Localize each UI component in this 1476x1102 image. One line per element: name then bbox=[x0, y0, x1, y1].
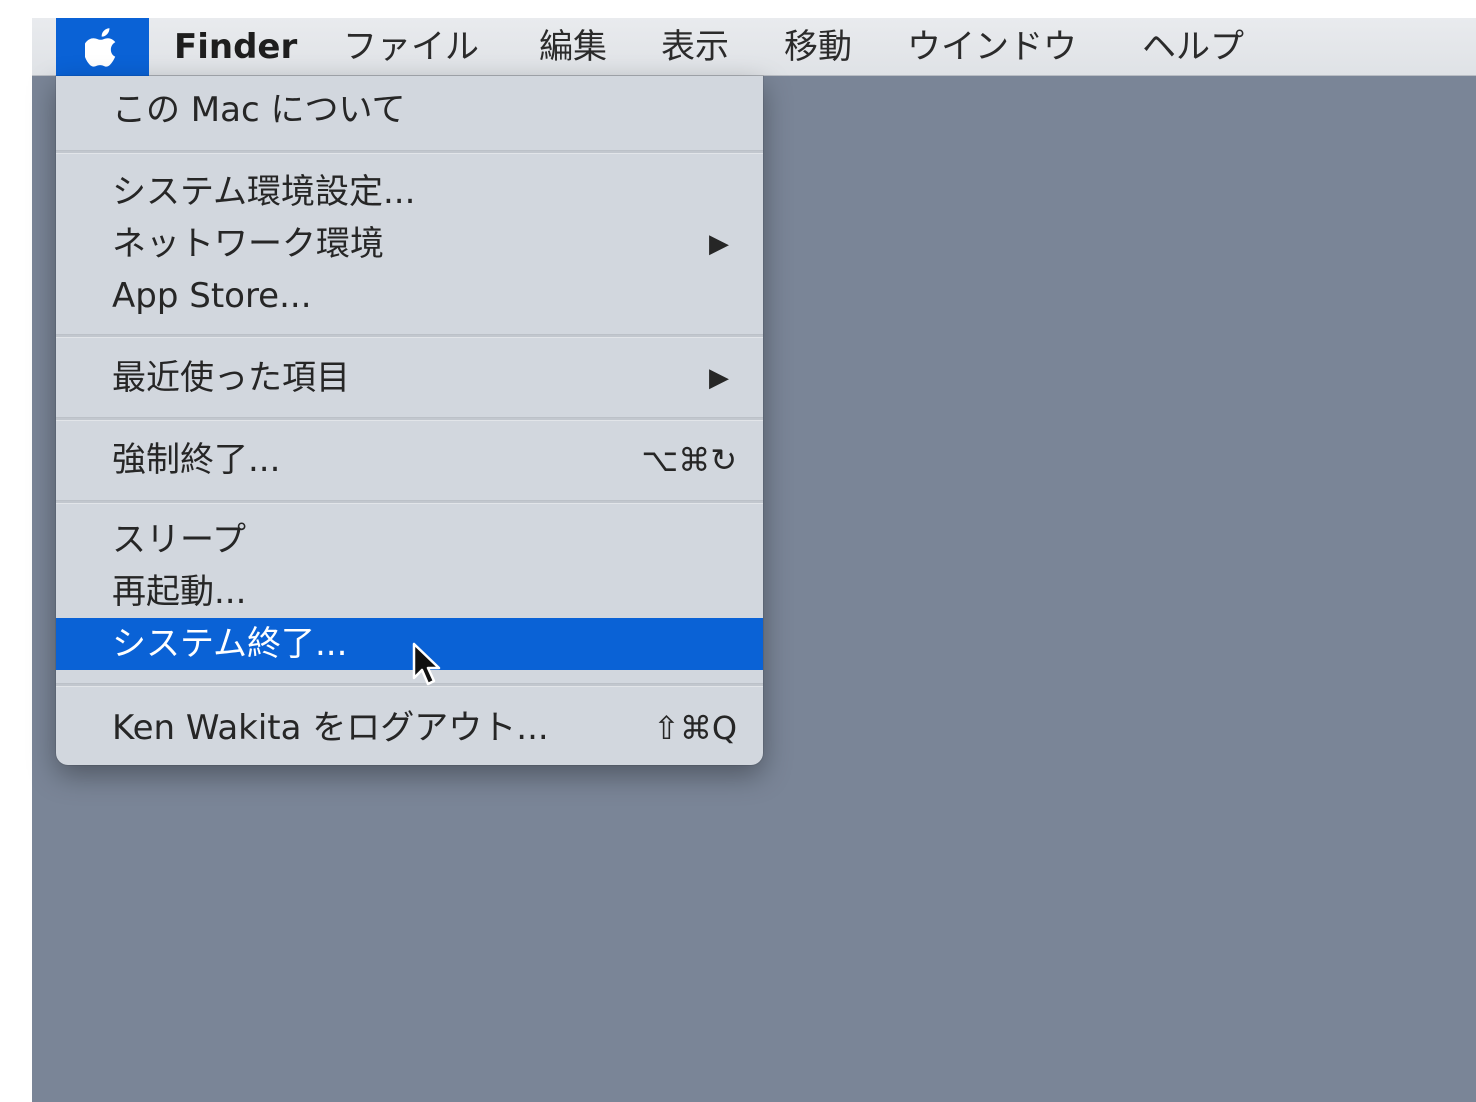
menu-separator bbox=[56, 500, 763, 504]
menu-item-label: Ken Wakita をログアウト... bbox=[112, 708, 549, 748]
mouse-pointer-icon bbox=[412, 642, 441, 686]
menu-item-log-out[interactable]: Ken Wakita をログアウト... ⇧⌘Q bbox=[56, 702, 763, 754]
menu-item-force-quit[interactable]: 強制終了... ⌥⌘↻ bbox=[56, 434, 763, 486]
menu-item-label: App Store... bbox=[112, 276, 312, 316]
menu-edit[interactable]: 編集 bbox=[539, 18, 607, 76]
menu-item-about-this-mac[interactable]: この Mac について bbox=[56, 84, 763, 136]
menu-view[interactable]: 表示 bbox=[661, 18, 729, 76]
menu-finder[interactable]: Finder bbox=[174, 18, 297, 76]
submenu-arrow-icon: ▶ bbox=[709, 363, 729, 393]
menu-separator bbox=[56, 683, 763, 687]
menu-item-label: ネットワーク環境 bbox=[112, 224, 384, 264]
menu-help[interactable]: ヘルプ bbox=[1142, 18, 1244, 76]
menu-separator bbox=[56, 334, 763, 338]
menu-item-system-preferences[interactable]: システム環境設定... bbox=[56, 166, 763, 218]
apple-menu-button[interactable] bbox=[56, 18, 149, 76]
menu-item-label: 最近使った項目 bbox=[112, 358, 350, 398]
menu-item-restart[interactable]: 再起動... bbox=[56, 566, 763, 618]
menu-item-shut-down[interactable]: システム終了... bbox=[56, 618, 763, 670]
menu-item-label: システム環境設定... bbox=[112, 172, 416, 212]
apple-dropdown-menu: この Mac について システム環境設定... ネットワーク環境 ▶ App S… bbox=[56, 76, 763, 765]
menu-item-recent-items[interactable]: 最近使った項目 ▶ bbox=[56, 352, 763, 404]
menu-item-label: この Mac について bbox=[112, 90, 406, 130]
menu-separator bbox=[56, 417, 763, 421]
menu-window[interactable]: ウインドウ bbox=[907, 18, 1077, 76]
menu-item-label: 強制終了... bbox=[112, 440, 281, 480]
apple-logo-icon bbox=[84, 28, 115, 67]
keyboard-shortcut: ⇧⌘Q bbox=[653, 709, 737, 747]
menu-item-label: 再起動... bbox=[112, 572, 247, 612]
menu-item-label: システム終了... bbox=[112, 624, 348, 664]
keyboard-shortcut: ⌥⌘↻ bbox=[641, 441, 737, 479]
submenu-arrow-icon: ▶ bbox=[709, 229, 729, 259]
menu-item-app-store[interactable]: App Store... bbox=[56, 270, 763, 322]
menu-item-network-location[interactable]: ネットワーク環境 ▶ bbox=[56, 218, 763, 270]
menu-item-sleep[interactable]: スリープ bbox=[56, 514, 763, 566]
menu-go[interactable]: 移動 bbox=[784, 18, 852, 76]
menu-item-label: スリープ bbox=[112, 520, 246, 560]
menu-file[interactable]: ファイル bbox=[343, 18, 479, 76]
menu-separator bbox=[56, 150, 763, 154]
